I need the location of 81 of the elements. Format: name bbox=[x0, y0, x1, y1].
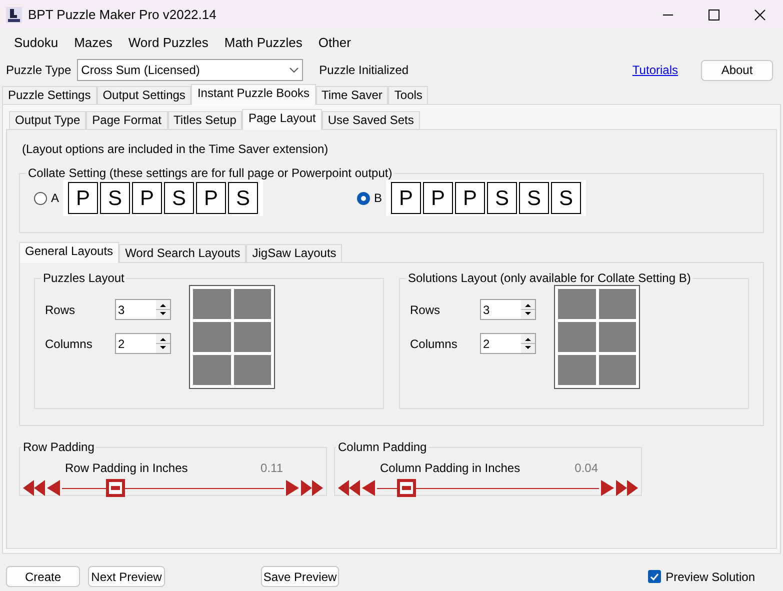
tab[interactable]: Use Saved Sets bbox=[322, 111, 420, 129]
double-left-arrow-icon[interactable] bbox=[338, 479, 360, 497]
preview-solution-checkbox[interactable] bbox=[648, 570, 661, 583]
checkbox-label: Preview Solution bbox=[666, 568, 755, 586]
group-title: Collate Setting (these settings are for full page or Powerpoint output) bbox=[27, 166, 394, 180]
double-left-arrow-icon[interactable] bbox=[23, 479, 45, 497]
right-arrow-icon[interactable] bbox=[285, 479, 299, 497]
tab[interactable]: Tools bbox=[388, 86, 428, 104]
maximize-icon[interactable] bbox=[708, 9, 720, 21]
menu-item[interactable]: Math Puzzles bbox=[216, 31, 310, 55]
menu-item[interactable]: Other bbox=[310, 31, 359, 55]
tab[interactable]: Page Format bbox=[86, 111, 168, 129]
radio-label: A bbox=[51, 190, 60, 207]
puzzle-type-label: Puzzle Type bbox=[6, 62, 72, 79]
menu-item[interactable]: Word Puzzles bbox=[120, 31, 216, 55]
tab[interactable]: Output Type bbox=[9, 111, 86, 129]
slider-reading: 0.11 bbox=[260, 460, 283, 477]
tab[interactable]: JigSaw Layouts bbox=[246, 244, 342, 262]
page-cell: P bbox=[68, 182, 98, 214]
create-button[interactable]: Create bbox=[6, 566, 80, 587]
chevron-down-icon[interactable] bbox=[289, 67, 300, 73]
spinner-arrows-icon[interactable] bbox=[521, 300, 535, 319]
group-title: Puzzles Layout bbox=[42, 271, 126, 285]
rows-spinner[interactable]: 3 bbox=[115, 299, 171, 320]
field-label: Columns bbox=[44, 336, 94, 352]
slider-thumb[interactable] bbox=[396, 479, 416, 497]
tab[interactable]: Instant Puzzle Books bbox=[191, 84, 316, 105]
page-cell: S bbox=[487, 182, 518, 214]
close-icon[interactable] bbox=[754, 9, 766, 21]
double-right-arrow-icon[interactable] bbox=[301, 479, 323, 497]
slider-thumb[interactable] bbox=[106, 479, 126, 497]
right-arrow-icon[interactable] bbox=[600, 479, 614, 497]
left-arrow-icon[interactable] bbox=[362, 479, 376, 497]
puzzle-type-dropdown[interactable]: Cross Sum (Licensed) bbox=[77, 59, 304, 81]
columns-spinner[interactable]: 2 bbox=[115, 333, 171, 354]
page-cell: P bbox=[132, 182, 162, 214]
radio-label: B bbox=[374, 190, 382, 207]
tab[interactable]: Word Search Layouts bbox=[119, 244, 246, 262]
radio-button[interactable] bbox=[357, 192, 370, 204]
field-label: Rows bbox=[44, 302, 76, 318]
spinner-arrows-icon[interactable] bbox=[156, 300, 170, 319]
double-right-arrow-icon[interactable] bbox=[616, 479, 638, 497]
window-title: BPT Puzzle Maker Pro v2022.14 bbox=[28, 6, 218, 24]
page-cell: P bbox=[423, 182, 454, 214]
rows-spinner[interactable]: 3 bbox=[480, 299, 536, 320]
page-cell: P bbox=[455, 182, 486, 214]
tab[interactable]: General Layouts bbox=[19, 242, 120, 263]
page-cell: S bbox=[100, 182, 130, 214]
page-cell: S bbox=[551, 182, 582, 214]
about-button[interactable]: About bbox=[701, 60, 773, 80]
tab[interactable]: Output Settings bbox=[96, 86, 192, 104]
menu-item[interactable]: Mazes bbox=[66, 31, 120, 55]
tab[interactable]: Puzzle Settings bbox=[2, 86, 97, 104]
group-title: Column Padding bbox=[337, 440, 428, 454]
page-cell: P bbox=[391, 182, 422, 214]
page-cell: S bbox=[228, 182, 258, 214]
tab[interactable]: Time Saver bbox=[316, 86, 388, 104]
status-text: Puzzle Initialized bbox=[319, 62, 409, 79]
app-icon bbox=[6, 7, 22, 23]
slider-reading: 0.04 bbox=[574, 460, 598, 477]
slider-label: Row Padding in Inches bbox=[65, 460, 189, 477]
page-cell: P bbox=[196, 182, 226, 214]
radio-button[interactable] bbox=[34, 192, 47, 204]
menu-item[interactable]: Sudoku bbox=[6, 31, 66, 55]
page-cell: S bbox=[164, 182, 194, 214]
field-label: Columns bbox=[409, 336, 458, 352]
save-preview-button[interactable]: Save Preview bbox=[261, 566, 339, 587]
next-preview-button[interactable]: Next Preview bbox=[88, 566, 165, 587]
info-text: (Layout options are included in the Time Saver extension) bbox=[22, 141, 330, 158]
left-arrow-icon[interactable] bbox=[47, 479, 61, 497]
spinner-arrows-icon[interactable] bbox=[156, 334, 170, 353]
tutorials-link[interactable]: Tutorials bbox=[632, 61, 678, 79]
columns-spinner[interactable]: 2 bbox=[480, 333, 536, 354]
tab[interactable]: Page Layout bbox=[242, 109, 322, 130]
group-title: Solutions Layout (only available for Collate Setting B) bbox=[407, 271, 692, 285]
spinner-arrows-icon[interactable] bbox=[521, 334, 535, 353]
slider-label: Column Padding in Inches bbox=[380, 460, 522, 477]
page-cell: S bbox=[519, 182, 550, 214]
field-label: Rows bbox=[409, 302, 442, 318]
group-title: Row Padding bbox=[22, 440, 96, 454]
tab[interactable]: Titles Setup bbox=[168, 111, 242, 129]
